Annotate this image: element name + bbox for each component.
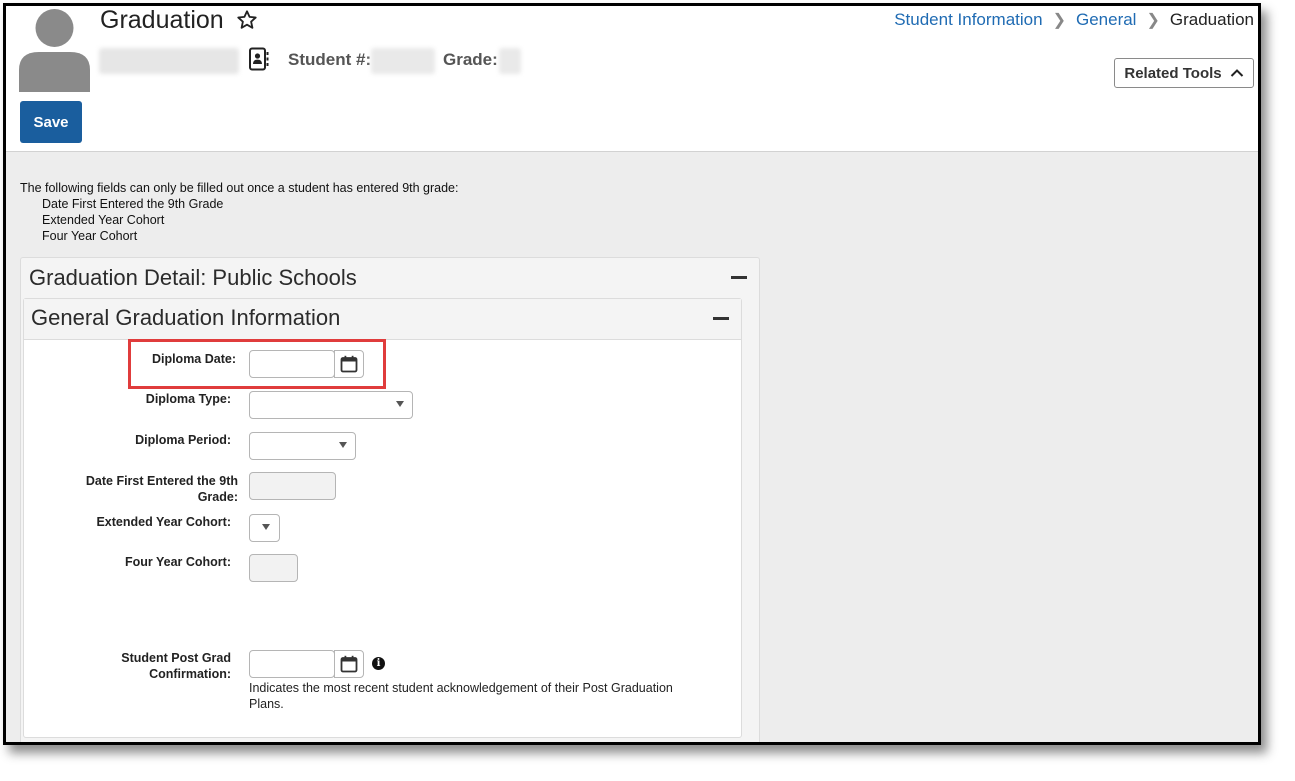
related-tools-button[interactable]: Related Tools	[1114, 58, 1254, 88]
star-icon[interactable]	[236, 9, 258, 31]
post-grad-confirmation-label-line1: Student Post Grad	[121, 651, 231, 665]
diploma-type-select[interactable]	[249, 391, 413, 419]
chevron-up-icon	[1230, 69, 1243, 77]
info-icon[interactable]: i	[372, 657, 385, 670]
related-tools-label: Related Tools	[1124, 64, 1222, 82]
post-grad-help-text: Indicates the most recent student acknow…	[249, 680, 719, 712]
calendar-icon	[340, 655, 358, 673]
contact-card-icon[interactable]	[246, 47, 270, 71]
extended-year-cohort-label: Extended Year Cohort:	[96, 515, 231, 529]
student-avatar-icon	[19, 9, 90, 92]
post-grad-help-line2: Plans.	[249, 697, 284, 711]
four-year-cohort-label: Four Year Cohort:	[124, 555, 231, 569]
page-header: Graduation Student #: Grade: Student Inf…	[6, 6, 1258, 96]
post-grad-confirmation-input[interactable]	[249, 650, 364, 678]
notice-item: Four Year Cohort	[42, 229, 138, 243]
diploma-date-highlight	[128, 339, 386, 389]
graduation-detail-title: Graduation Detail: Public Schools	[29, 265, 357, 290]
breadcrumb-student-information[interactable]: Student Information	[894, 10, 1042, 30]
four-year-cohort-input	[249, 554, 298, 582]
post-grad-help-line1: Indicates the most recent student acknow…	[249, 681, 673, 695]
grade-label: Grade:	[443, 50, 498, 69]
page-title: Graduation	[100, 6, 224, 34]
student-number-redacted	[371, 48, 435, 74]
app-window: Graduation Student #: Grade: Student Inf…	[3, 3, 1261, 745]
breadcrumb: Student Information ❯ General ❯ Graduati…	[894, 10, 1254, 30]
chevron-right-icon: ❯	[1052, 12, 1066, 29]
extended-year-cohort-select[interactable]	[249, 514, 280, 542]
collapse-icon[interactable]	[713, 317, 729, 320]
save-button[interactable]: Save	[20, 101, 82, 143]
grade-restriction-notice: The following fields can only be filled …	[20, 180, 458, 244]
post-grad-confirmation-label-line2: Confirmation:	[149, 667, 231, 681]
diploma-period-label: Diploma Period:	[135, 433, 231, 447]
notice-item: Extended Year Cohort	[42, 213, 165, 227]
post-grad-calendar-button[interactable]	[334, 650, 364, 678]
student-name-redacted	[99, 48, 239, 74]
chevron-right-icon: ❯	[1146, 12, 1160, 29]
general-graduation-header: General Graduation Information	[24, 299, 741, 340]
caret-down-icon	[339, 442, 347, 448]
date-first-9th-label-line2: Grade:	[197, 490, 238, 504]
date-first-9th-label-line1: Date First Entered the 9th	[85, 474, 238, 488]
diploma-type-label: Diploma Type:	[145, 392, 231, 406]
action-toolbar: Save	[6, 95, 1258, 152]
collapse-icon[interactable]	[731, 276, 747, 279]
caret-down-icon	[396, 401, 404, 407]
post-grad-confirmation-label: Student Post Grad Confirmation:	[23, 650, 231, 682]
breadcrumb-general[interactable]: General	[1076, 10, 1136, 30]
breadcrumb-graduation: Graduation	[1169, 10, 1254, 29]
diploma-period-select[interactable]	[249, 432, 356, 460]
grade-redacted	[499, 48, 521, 74]
student-number-label: Student #:	[288, 50, 372, 69]
date-first-9th-label: Date First Entered the 9th Grade:	[30, 473, 238, 505]
date-first-9th-input	[249, 472, 336, 500]
notice-item: Date First Entered the 9th Grade	[42, 197, 224, 211]
notice-text: The following fields can only be filled …	[20, 181, 459, 195]
caret-down-icon	[262, 524, 270, 530]
general-graduation-title: General Graduation Information	[31, 305, 341, 330]
